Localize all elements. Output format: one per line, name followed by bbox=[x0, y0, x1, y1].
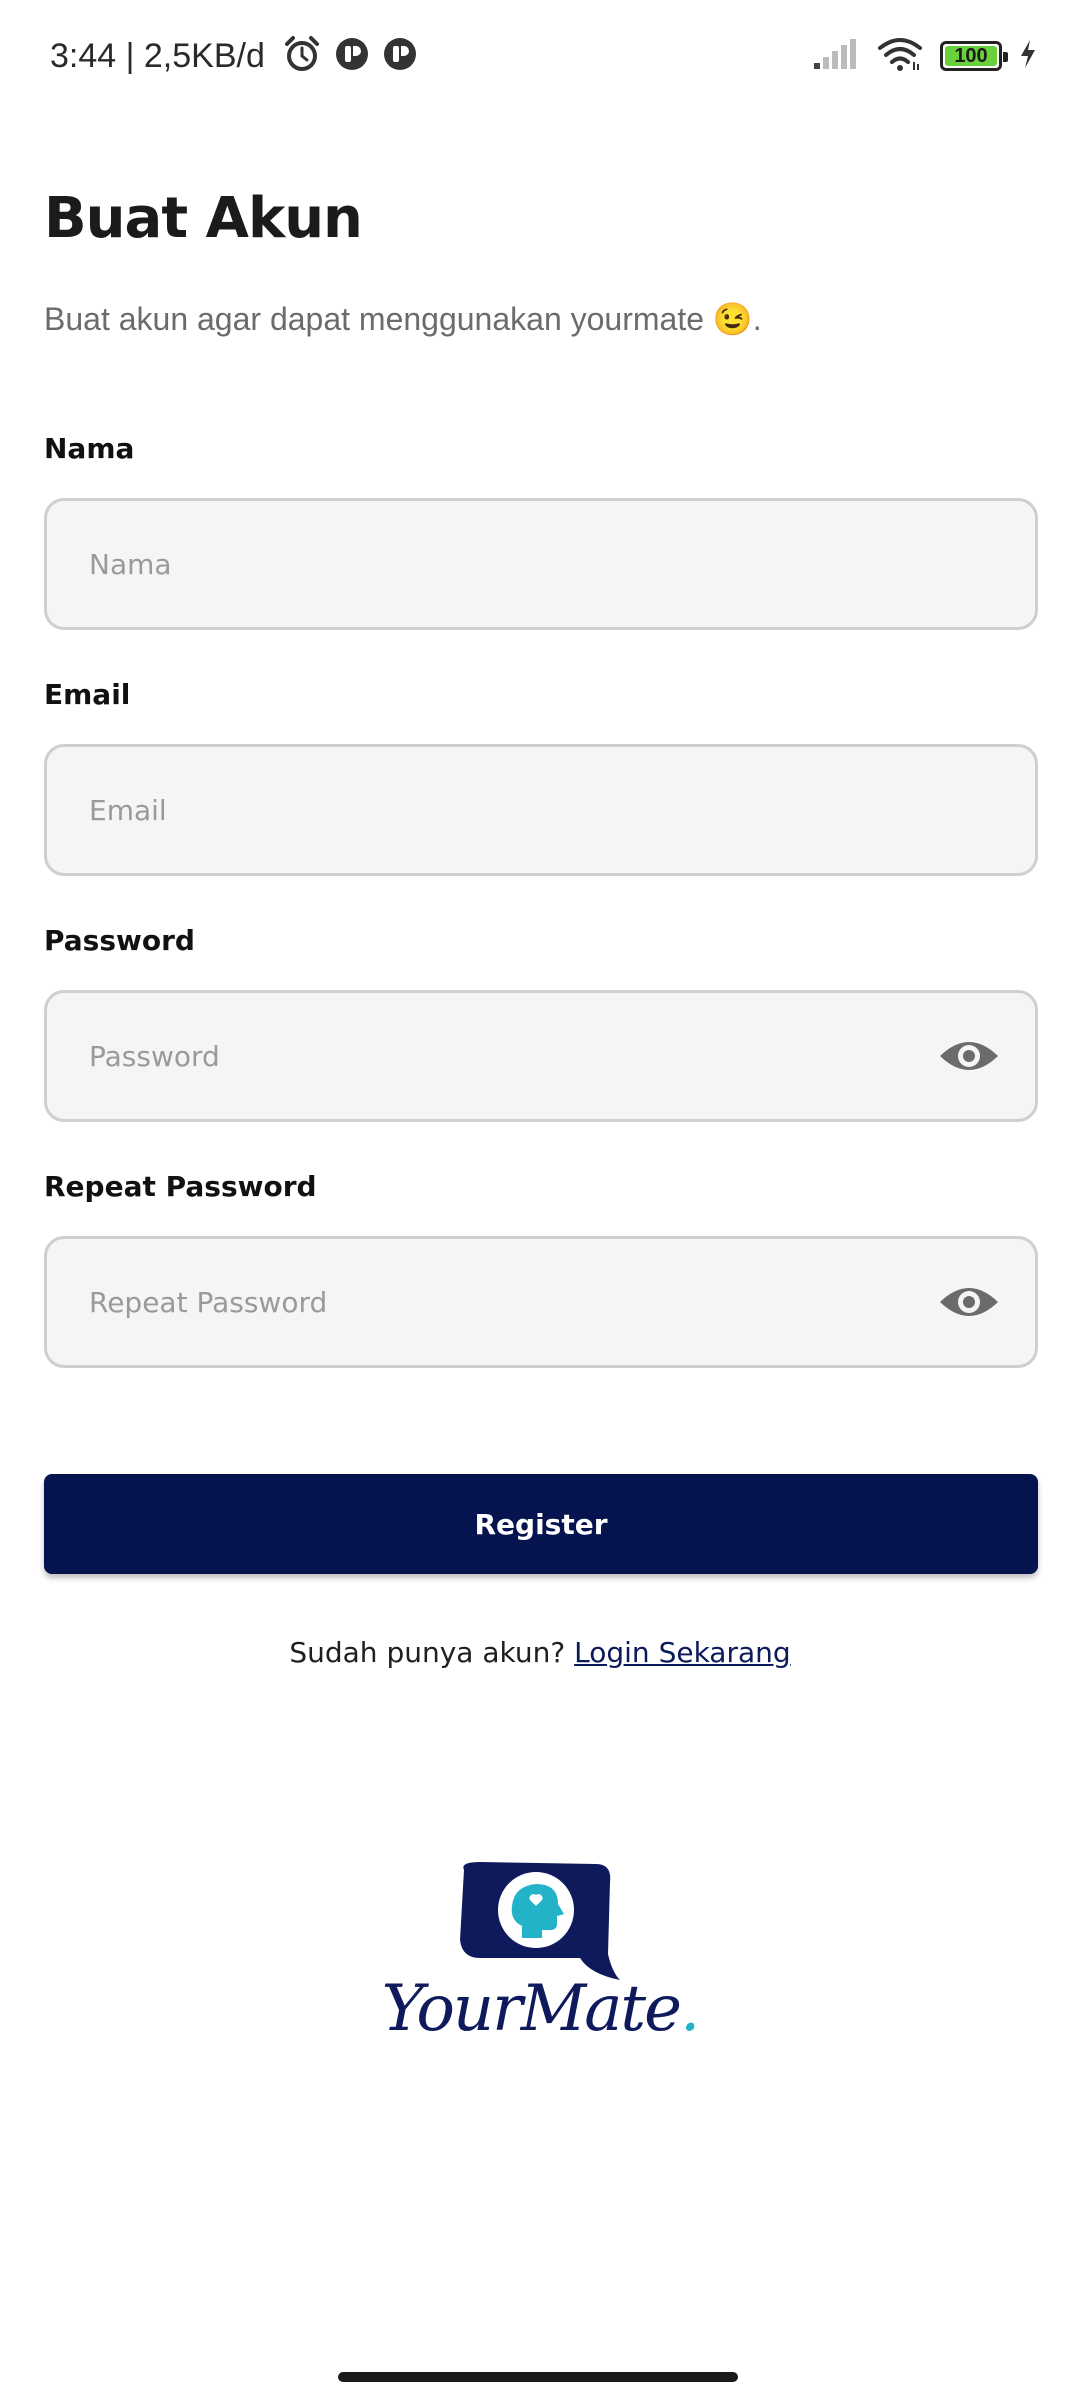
status-right: 100 bbox=[812, 36, 1038, 76]
logo-text: YourMate bbox=[381, 1972, 682, 2046]
status-left: 3:44 | 2,5KB/d bbox=[50, 35, 417, 77]
password-input[interactable] bbox=[89, 1039, 937, 1073]
email-label: Email bbox=[44, 678, 131, 711]
password-label: Password bbox=[44, 924, 195, 957]
name-input[interactable] bbox=[89, 547, 993, 581]
status-notification-icons bbox=[283, 35, 417, 77]
signal-icon bbox=[812, 37, 860, 75]
login-prompt-text: Sudah punya akun? bbox=[289, 1636, 566, 1669]
battery-level: 100 bbox=[954, 44, 988, 67]
repeat-password-label: Repeat Password bbox=[44, 1170, 317, 1203]
page-title: Buat Akun bbox=[44, 186, 363, 251]
login-prompt-line: Sudah punya akun? Login Sekarang bbox=[0, 1636, 1080, 1669]
email-input[interactable] bbox=[89, 793, 993, 827]
eye-icon[interactable] bbox=[937, 1024, 1001, 1088]
eye-icon[interactable] bbox=[937, 1270, 1001, 1334]
register-screen: 3:44 | 2,5KB/d 100 Buat Akun Buat akun a… bbox=[0, 0, 1080, 2400]
page-subtitle: Buat akun agar dapat menggunakan yourmat… bbox=[44, 301, 762, 337]
charging-icon bbox=[1018, 38, 1038, 74]
email-field-container bbox=[44, 744, 1038, 876]
repeat-password-input[interactable] bbox=[89, 1285, 937, 1319]
wifi-icon bbox=[876, 36, 924, 76]
login-link[interactable]: Login Sekarang bbox=[574, 1636, 791, 1669]
register-button[interactable]: Register bbox=[44, 1474, 1038, 1574]
name-field-container bbox=[44, 498, 1038, 630]
alarm-icon bbox=[283, 35, 321, 77]
home-indicator[interactable] bbox=[338, 2372, 738, 2382]
notification-icon bbox=[335, 37, 369, 75]
notification-icon bbox=[383, 37, 417, 75]
battery-icon: 100 bbox=[940, 41, 1008, 71]
status-bar: 3:44 | 2,5KB/d 100 bbox=[0, 0, 1080, 112]
password-field-container bbox=[44, 990, 1038, 1122]
name-label: Nama bbox=[44, 432, 135, 465]
repeat-password-field-container bbox=[44, 1236, 1038, 1368]
status-time-speed: 3:44 | 2,5KB/d bbox=[50, 36, 265, 75]
logo-wordmark: YourMate. bbox=[0, 1972, 1080, 2046]
logo-dot: . bbox=[679, 1972, 700, 2046]
